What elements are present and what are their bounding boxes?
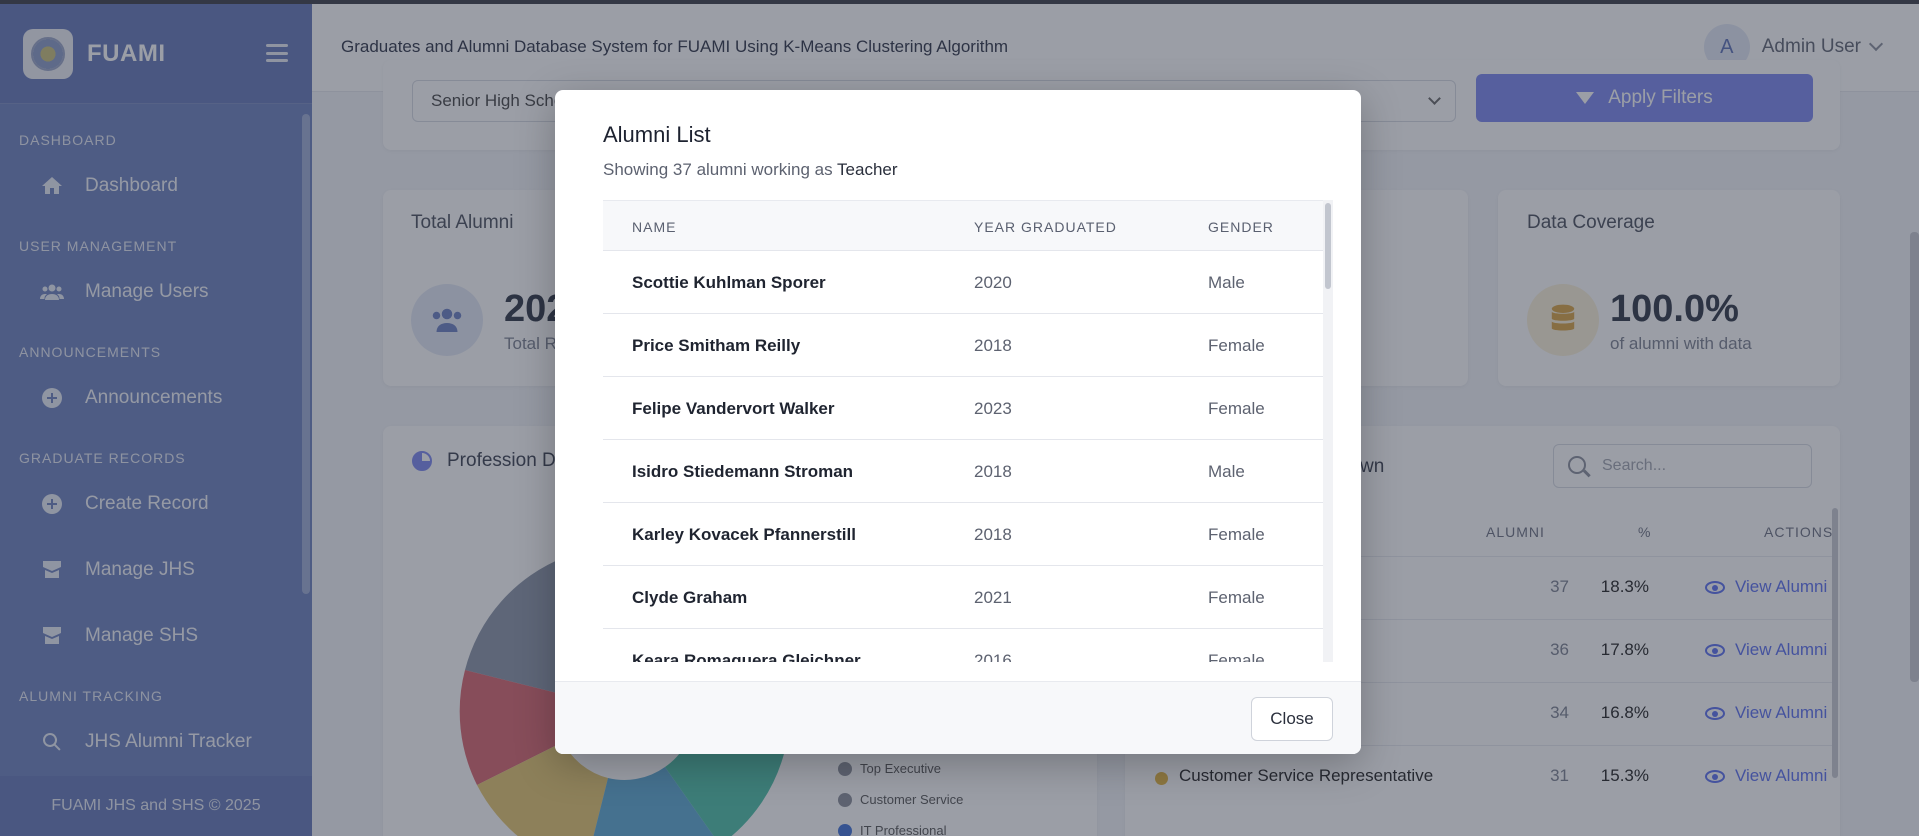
table-row: Isidro Stiedemann Stroman 2018 Male — [603, 440, 1333, 503]
table-row: Keara Romaguera Gleichner 2016 Female — [603, 629, 1333, 662]
col-header-name: NAME — [632, 219, 677, 235]
table-header: NAME YEAR GRADUATED GENDER — [603, 201, 1333, 251]
table-row: Felipe Vandervort Walker 2023 Female — [603, 377, 1333, 440]
table-row: Karley Kovacek Pfannerstill 2018 Female — [603, 503, 1333, 566]
alumni-table: NAME YEAR GRADUATED GENDER Scottie Kuhlm… — [603, 200, 1333, 662]
close-button[interactable]: Close — [1251, 697, 1333, 741]
modal-title: Alumni List — [603, 122, 711, 147]
col-header-gender: GENDER — [1208, 219, 1274, 235]
table-row: Scottie Kuhlman Sporer 2020 Male — [603, 251, 1333, 314]
modal-subtitle-text: Showing 37 alumni working as — [603, 160, 833, 179]
modal-table-scroll-thumb[interactable] — [1325, 203, 1331, 289]
modal-footer: Close — [555, 681, 1361, 754]
modal-profession: Teacher — [837, 160, 898, 179]
alumni-list-modal: Alumni List Showing 37 alumni working as… — [555, 90, 1361, 754]
col-header-year: YEAR GRADUATED — [974, 219, 1117, 235]
table-row: Price Smitham Reilly 2018 Female — [603, 314, 1333, 377]
modal-subtitle: Showing 37 alumni working as Teacher — [603, 160, 898, 180]
table-row: Clyde Graham 2021 Female — [603, 566, 1333, 629]
